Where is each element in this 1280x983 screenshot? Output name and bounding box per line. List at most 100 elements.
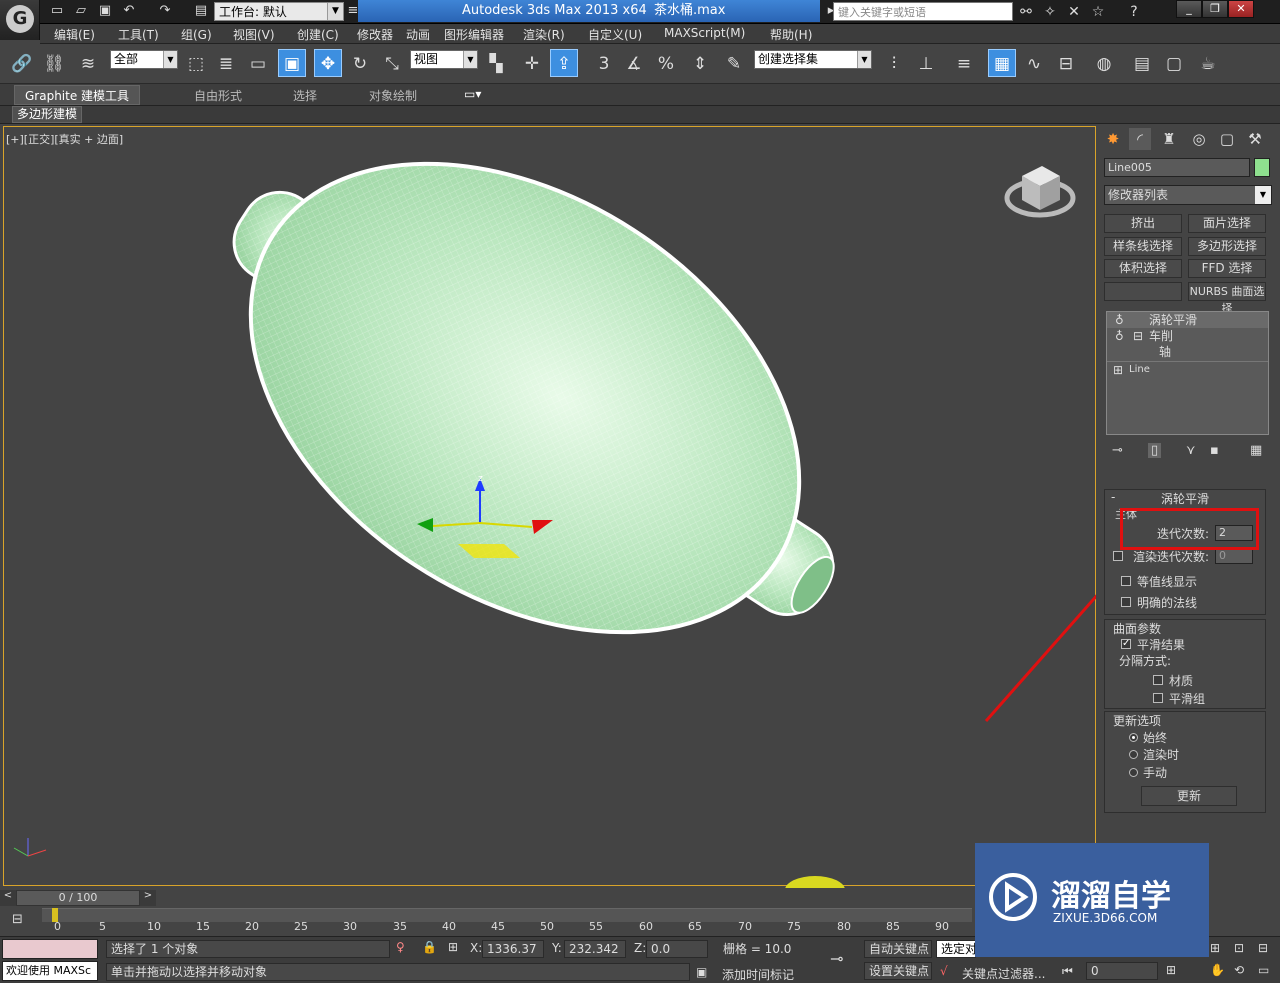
- object-name-field[interactable]: Line005: [1104, 158, 1250, 177]
- menu-customize[interactable]: 自定义(U): [588, 26, 642, 43]
- viewcube-icon[interactable]: [1004, 166, 1076, 218]
- stack-item-lathe[interactable]: ♁ ⊟ 车削: [1107, 328, 1268, 344]
- select-manipulate-icon[interactable]: ✛: [518, 49, 546, 77]
- key-filter-icon[interactable]: √: [940, 964, 948, 978]
- extrude-button[interactable]: 挤出: [1104, 214, 1182, 233]
- maximize-viewport-icon[interactable]: ⊟: [1258, 941, 1268, 955]
- manually-radio[interactable]: [1129, 768, 1138, 777]
- other-object-partial[interactable]: [785, 876, 845, 888]
- selected-set-select[interactable]: 选定对: [936, 940, 977, 958]
- create-tab-icon[interactable]: ✸: [1102, 128, 1124, 150]
- align-icon[interactable]: ⊥: [912, 49, 940, 77]
- search-input[interactable]: 键入关键字或短语: [833, 2, 1013, 21]
- named-selection-set-select[interactable]: 创建选择集 ▼: [754, 50, 872, 69]
- z-coordinate-field[interactable]: 0.0: [646, 940, 708, 958]
- current-frame-field[interactable]: 0: [1086, 962, 1158, 980]
- collapse-icon[interactable]: ⊟: [1133, 328, 1143, 344]
- select-and-scale-icon[interactable]: ⤡: [378, 49, 406, 77]
- modify-tab-icon[interactable]: ◜: [1129, 128, 1151, 150]
- smoothing-groups-checkbox[interactable]: [1153, 693, 1163, 703]
- workspace-select[interactable]: 工作台: 默认 ▼: [214, 2, 344, 21]
- redo-icon[interactable]: ↷: [156, 2, 174, 20]
- materials-checkbox[interactable]: [1153, 675, 1163, 685]
- tab-freeform[interactable]: 自由形式: [194, 87, 242, 104]
- utilities-tab-icon[interactable]: ⚒: [1244, 128, 1266, 150]
- menu-modifiers[interactable]: 修改器: [357, 26, 393, 43]
- spline-select-button[interactable]: 样条线选择: [1104, 237, 1182, 256]
- app-logo-button[interactable]: G: [0, 0, 40, 40]
- show-end-result-icon[interactable]: ▯: [1148, 443, 1162, 458]
- always-radio[interactable]: [1129, 733, 1138, 742]
- isoline-checkbox[interactable]: [1121, 576, 1131, 586]
- percent-snap-icon[interactable]: %: [652, 49, 680, 77]
- set-key-button[interactable]: 设置关键点: [864, 962, 932, 980]
- poly-select-button[interactable]: 多边形选择: [1188, 237, 1266, 256]
- stack-item-line[interactable]: ⊞ Line: [1107, 361, 1268, 377]
- save-file-icon[interactable]: ▣: [96, 2, 114, 20]
- select-and-move-icon[interactable]: ✥: [314, 49, 342, 77]
- ffd-select-button[interactable]: FFD 选择: [1188, 259, 1266, 278]
- minimize-button[interactable]: _: [1176, 0, 1202, 18]
- menu-maxscript[interactable]: MAXScript(M): [664, 26, 745, 40]
- render-setup-icon[interactable]: ▤: [1128, 49, 1156, 77]
- time-slider[interactable]: 0 / 100: [16, 890, 140, 906]
- orbit-icon[interactable]: ⟲: [1234, 963, 1244, 977]
- material-editor-icon[interactable]: ◍: [1090, 49, 1118, 77]
- explicit-normals-checkbox[interactable]: [1121, 597, 1131, 607]
- subscription-icon[interactable]: ✧: [1040, 2, 1060, 22]
- restore-button[interactable]: ❐: [1202, 0, 1228, 18]
- tab-graphite-modeling[interactable]: Graphite 建模工具: [14, 85, 141, 105]
- render-iters-spinner[interactable]: 0: [1215, 548, 1253, 564]
- when-rendering-radio[interactable]: [1129, 750, 1138, 759]
- turbosmooth-title[interactable]: 涡轮平滑: [1161, 490, 1209, 507]
- render-iters-checkbox[interactable]: [1113, 551, 1123, 561]
- stack-item-axis[interactable]: 轴: [1107, 344, 1268, 360]
- display-tab-icon[interactable]: ▢: [1216, 128, 1238, 150]
- y-coordinate-field[interactable]: 232.342: [564, 940, 626, 958]
- snaps-toggle-icon[interactable]: 3: [590, 49, 618, 77]
- menu-create[interactable]: 创建(C): [297, 26, 339, 43]
- menu-edit[interactable]: 编辑(E): [54, 26, 95, 43]
- tab-object-paint[interactable]: 对象绘制: [369, 87, 417, 104]
- patch-select-button[interactable]: 面片选择: [1188, 214, 1266, 233]
- curve-editor-icon[interactable]: ∿: [1020, 49, 1048, 77]
- add-time-tag[interactable]: 添加时间标记: [722, 966, 794, 983]
- time-config-icon[interactable]: ⊞: [1166, 963, 1176, 977]
- selection-lock-icon[interactable]: 🔒: [422, 940, 437, 954]
- lightbulb-icon[interactable]: ♁: [1115, 328, 1124, 344]
- communication-icon[interactable]: ✕: [1064, 2, 1084, 22]
- rectangle-selection-icon[interactable]: ▭: [244, 49, 272, 77]
- auto-key-button[interactable]: 自动关键点: [864, 940, 932, 958]
- teapot-bottle-mesh[interactable]: [135, 126, 933, 760]
- hierarchy-tab-icon[interactable]: ♜: [1158, 128, 1180, 150]
- key-icon[interactable]: ⊸: [830, 949, 843, 968]
- select-object-icon[interactable]: ⬚: [182, 49, 210, 77]
- menu-group[interactable]: 组(G): [181, 26, 212, 43]
- reference-coordinate-select[interactable]: 视图 ▼: [410, 50, 478, 69]
- tab-selection[interactable]: 选择: [293, 87, 317, 104]
- menu-graph-editors[interactable]: 图形编辑器: [444, 26, 504, 43]
- expand-icon[interactable]: ⊞: [1113, 362, 1123, 378]
- link-icon[interactable]: 🔗: [8, 49, 36, 77]
- time-tag-icon[interactable]: ▣: [696, 965, 707, 979]
- select-and-rotate-icon[interactable]: ↻: [346, 49, 374, 77]
- maxscript-mini-listener[interactable]: 欢迎使用 MAXSc: [2, 961, 98, 981]
- pin-stack-icon[interactable]: ⊸: [1112, 443, 1123, 458]
- lightbulb-icon[interactable]: ♁: [1115, 312, 1124, 328]
- zoom-extents-all-icon[interactable]: ⊡: [1234, 941, 1244, 955]
- rendered-frame-window-icon[interactable]: ▢: [1160, 49, 1188, 77]
- schematic-view-icon[interactable]: ⊟: [1052, 49, 1080, 77]
- close-button[interactable]: ✕: [1228, 0, 1254, 18]
- maxscript-listener-pink[interactable]: [2, 939, 98, 959]
- undo-icon[interactable]: ↶: [120, 2, 138, 20]
- object-color-swatch[interactable]: [1254, 158, 1270, 177]
- select-by-name-icon[interactable]: ≣: [212, 49, 240, 77]
- pan-view-icon[interactable]: ✋: [1210, 963, 1225, 977]
- help-icon[interactable]: ?: [1124, 2, 1144, 22]
- vol-select-button[interactable]: 体积选择: [1104, 259, 1182, 278]
- ribbon-options-icon[interactable]: ▭▾: [464, 87, 481, 101]
- empty-modifier-button[interactable]: [1104, 282, 1182, 301]
- menu-animation[interactable]: 动画: [406, 26, 430, 43]
- menu-rendering[interactable]: 渲染(R): [523, 26, 565, 43]
- binoculars-icon[interactable]: ⚯: [1016, 2, 1036, 22]
